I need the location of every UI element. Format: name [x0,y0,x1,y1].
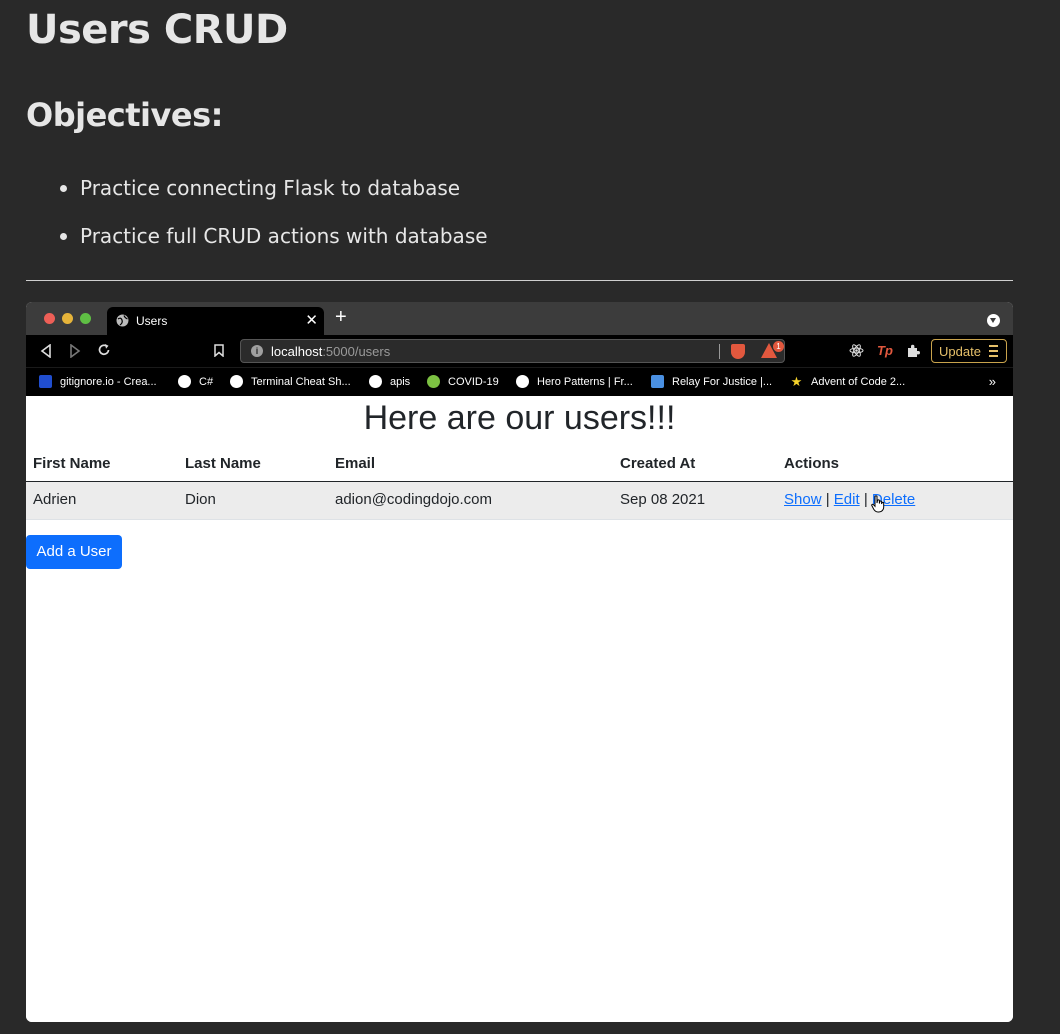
users-table: First Name Last Name Email Created At Ac… [26,448,1013,520]
column-header: Last Name [185,455,261,472]
gitignore-icon [39,375,52,388]
show-link[interactable]: Show [784,491,822,508]
bookmarks-bar: gitignore.io - Crea... C# Terminal Cheat… [26,367,1013,396]
globe-icon [178,375,191,388]
react-devtools-icon[interactable] [849,343,864,358]
bookmark-item[interactable]: apis [369,375,410,388]
column-header: Actions [784,455,840,472]
tab-bar: Users ✕ + [26,302,1013,335]
minimize-window-button[interactable] [62,313,73,324]
actions-cell: Show | Edit | Delete [784,491,915,508]
action-separator: | [825,491,830,508]
globe-icon [516,375,529,388]
bookmark-item[interactable]: ★ Advent of Code 2... [790,374,906,389]
objectives-list: Practice connecting Flask to database Pr… [60,173,488,269]
github-icon [369,375,382,388]
github-icon [230,375,243,388]
users-heading: Here are our users!!! [363,399,676,437]
tab-title: Users [136,314,168,328]
email-cell: adion@codingdojo.com [335,491,492,508]
omnibox-separator [719,344,720,359]
bookmark-item[interactable]: Hero Patterns | Fr... [516,375,633,388]
info-icon[interactable]: i [251,345,263,357]
objectives-heading: Objectives: [26,96,223,134]
column-header: First Name [33,455,111,472]
edit-link[interactable]: Edit [834,491,860,508]
bookmark-icon[interactable] [214,344,224,357]
column-header: Email [335,455,376,472]
trello-icon [651,375,664,388]
extensions-icon[interactable] [906,343,921,358]
address-bar[interactable]: i localhost:5000/users 1 [240,339,785,363]
hand-cursor-icon [871,495,885,513]
add-user-button[interactable]: Add a User [26,535,122,569]
close-tab-icon[interactable]: ✕ [305,311,318,329]
reload-icon[interactable] [97,343,111,357]
tab-search-icon[interactable] [987,314,1000,327]
menu-icon [989,345,998,357]
list-item: Practice connecting Flask to database [60,173,488,221]
bookmark-item[interactable]: gitignore.io - Crea... [39,375,157,388]
web-page: Here are our users!!! First Name Last Na… [26,396,1013,1022]
url-text[interactable]: localhost:5000/users [271,344,390,359]
page-title: Users CRUD [26,7,288,53]
bookmark-item[interactable]: Relay For Justice |... [651,375,772,388]
bookmark-item[interactable]: C# [178,375,213,388]
bookmark-item[interactable]: Terminal Cheat Sh... [230,375,351,388]
divider [26,280,1013,281]
star-icon: ★ [790,374,803,389]
browser-screenshot: Users ✕ + i localhost:5000/users 1 Tp Up… [26,302,1013,1022]
close-window-button[interactable] [44,313,55,324]
brave-shield-icon[interactable] [731,344,745,359]
column-header: Created At [620,455,696,472]
created-at-cell: Sep 08 2021 [620,491,706,508]
bookmark-item[interactable]: COVID-19 [427,375,499,388]
update-button[interactable]: Update [931,339,1007,363]
browser-toolbar: i localhost:5000/users 1 Tp Update [26,335,1013,367]
table-row: Adrien Dion adion@codingdojo.com Sep 08 … [26,482,1013,520]
new-tab-button[interactable]: + [335,306,347,329]
first-name-cell: Adrien [33,491,77,508]
window-controls [44,313,91,324]
list-item: Practice full CRUD actions with database [60,221,488,269]
table-header: First Name Last Name Email Created At Ac… [26,448,1013,482]
notification-badge: 1 [773,341,784,352]
maximize-window-button[interactable] [80,313,91,324]
last-name-cell: Dion [185,491,216,508]
back-icon[interactable] [40,344,52,358]
covid-icon [427,375,440,388]
globe-icon [116,314,129,327]
tab-users[interactable]: Users ✕ [107,307,324,335]
forward-icon[interactable] [69,344,81,358]
more-bookmarks-icon[interactable]: » [989,374,996,389]
action-separator: | [863,491,868,508]
tp-extension-icon[interactable]: Tp [877,342,893,360]
